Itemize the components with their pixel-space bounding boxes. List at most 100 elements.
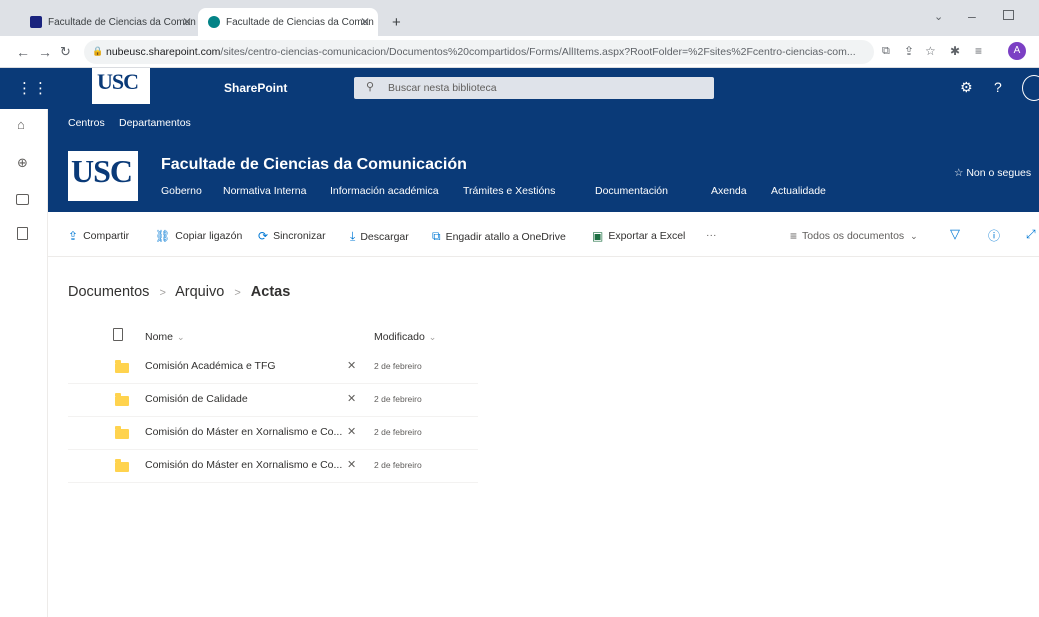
- site-logo[interactable]: USC: [68, 151, 138, 201]
- bookmark-star-icon[interactable]: ☆: [925, 44, 936, 58]
- expand-icon[interactable]: ⤢: [1026, 227, 1036, 242]
- account-avatar[interactable]: [1022, 75, 1039, 101]
- chevron-down-icon: ⌄: [428, 332, 437, 342]
- modified-date: 2 de febreiro: [374, 361, 422, 371]
- follow-button[interactable]: ☆ Non o segues: [954, 167, 1031, 179]
- url-path: /sites/centro-ciencias-comunicacion/Docu…: [220, 46, 856, 58]
- maximize-icon[interactable]: [1003, 10, 1014, 20]
- profile-avatar[interactable]: A: [1008, 42, 1026, 60]
- favicon-icon: [208, 16, 220, 28]
- sync-icon: ⟳: [258, 229, 269, 243]
- list-header: Nome ⌄ Modificado ⌄: [68, 325, 478, 351]
- filter-icon[interactable]: ▽: [950, 226, 960, 242]
- browser-tab-2[interactable]: Facultade de Ciencias da Comun ✕: [198, 8, 378, 36]
- url-bar[interactable]: 🔒 nubeusc.sharepoint.com/sites/centro-ci…: [84, 40, 874, 64]
- breadcrumb-documentos[interactable]: Documentos: [68, 284, 149, 300]
- share-button[interactable]: ⇪ Compartir: [68, 229, 129, 243]
- copy-link-button[interactable]: ⛓ Copiar ligazón: [155, 229, 242, 243]
- folder-name[interactable]: Comisión Académica e TFG: [145, 360, 276, 372]
- site-nav-tramites[interactable]: Trámites e Xestións: [463, 185, 555, 197]
- folder-name[interactable]: Comisión do Máster en Xornalismo e Co...: [145, 426, 342, 438]
- left-app-rail: ⌂ ⊕: [0, 109, 48, 617]
- column-modified-label: Modificado: [374, 331, 425, 343]
- news-icon[interactable]: [16, 194, 29, 205]
- view-label: Todos os documentos: [802, 230, 905, 242]
- site-nav-axenda[interactable]: Axenda: [711, 185, 747, 197]
- reload-icon[interactable]: ↻: [60, 44, 71, 60]
- folder-name[interactable]: Comisión de Calidade: [145, 393, 248, 405]
- back-icon[interactable]: ←: [16, 44, 30, 60]
- browser-tab-1[interactable]: Facultade de Ciencias da Comun ✕: [20, 8, 200, 36]
- modified-date: 2 de febreiro: [374, 460, 422, 470]
- list-item[interactable]: Comisión do Máster en Xornalismo e Co...…: [68, 450, 478, 483]
- file-type-icon[interactable]: [113, 328, 123, 341]
- tab-search-icon[interactable]: ⌄: [934, 10, 943, 23]
- list-item[interactable]: Comisión de Calidade ✕ 2 de febreiro: [68, 384, 478, 417]
- list-view-icon: ≡: [790, 229, 798, 243]
- home-icon[interactable]: ⌂: [17, 117, 25, 132]
- pin-icon[interactable]: ✕: [347, 392, 356, 405]
- shortcut-icon: ⧉: [432, 229, 441, 243]
- column-header-modified[interactable]: Modificado ⌄: [374, 331, 436, 343]
- site-nav-actualidade[interactable]: Actualidade: [771, 185, 826, 197]
- browser-tab-strip: Facultade de Ciencias da Comun ✕ Faculta…: [0, 0, 1039, 36]
- site-nav-documentacion[interactable]: Documentación: [595, 185, 668, 197]
- globe-icon[interactable]: ⊕: [17, 155, 28, 171]
- breadcrumb-arquivo[interactable]: Arquivo: [175, 284, 224, 300]
- favicon-icon: [30, 16, 42, 28]
- pin-icon[interactable]: ✕: [347, 458, 356, 471]
- folder-name[interactable]: Comisión do Máster en Xornalismo e Co...: [145, 459, 342, 471]
- search-box[interactable]: ⚲ Buscar nesta biblioteca: [354, 77, 714, 99]
- breadcrumb-current: Actas: [250, 284, 291, 300]
- hub-nav-departamentos[interactable]: Departamentos: [119, 117, 191, 129]
- pin-icon[interactable]: ✕: [347, 359, 356, 372]
- export-excel-label: Exportar a Excel: [608, 230, 686, 242]
- breadcrumb-separator: >: [159, 287, 166, 299]
- breadcrumb: Documentos > Arquivo > Actas: [68, 284, 290, 300]
- site-nav-informacion[interactable]: Información académica: [330, 185, 439, 197]
- add-shortcut-button[interactable]: ⧉ Engadir atallo a OneDrive: [432, 229, 566, 244]
- close-tab-icon[interactable]: ✕: [360, 15, 370, 29]
- lock-icon: 🔒: [92, 46, 104, 56]
- site-nav-normativa[interactable]: Normativa Interna: [223, 185, 306, 197]
- download-button[interactable]: ⤓ Descargar: [350, 229, 409, 244]
- column-name-label: Nome: [145, 331, 174, 343]
- site-header: USC Facultade de Ciencias da Comunicació…: [48, 137, 1039, 212]
- list-item[interactable]: Comisión Académica e TFG ✕ 2 de febreiro: [68, 351, 478, 384]
- suite-logo-text: USC: [97, 69, 139, 94]
- site-logo-text: USC: [71, 153, 133, 189]
- add-shortcut-label: Engadir atallo a OneDrive: [445, 230, 566, 243]
- view-selector[interactable]: ≡ Todos os documentos ⌄: [790, 229, 918, 243]
- more-commands-button[interactable]: ···: [706, 229, 717, 241]
- browser-toolbar: ← → ↻ 🔒 nubeusc.sharepoint.com/sites/cen…: [0, 36, 1039, 68]
- reading-list-icon[interactable]: ≡: [975, 44, 982, 58]
- hub-nav-centros[interactable]: Centros: [68, 117, 105, 129]
- minimize-icon[interactable]: –: [968, 8, 976, 24]
- share-page-icon[interactable]: ⇪: [904, 44, 914, 58]
- help-icon[interactable]: ?: [994, 79, 1002, 95]
- settings-gear-icon[interactable]: ⚙: [960, 79, 973, 96]
- document-icon[interactable]: [17, 227, 28, 240]
- info-icon[interactable]: ⓘ: [988, 227, 1000, 244]
- excel-icon: ▣: [592, 229, 604, 243]
- forward-icon[interactable]: →: [38, 44, 52, 60]
- suite-logo[interactable]: USC: [92, 68, 150, 104]
- site-title[interactable]: Facultade de Ciencias da Comunicación: [161, 156, 467, 174]
- breadcrumb-separator: >: [234, 287, 241, 299]
- new-tab-button[interactable]: +: [392, 14, 401, 31]
- search-icon: ⚲: [366, 81, 375, 93]
- download-label: Descargar: [360, 230, 409, 243]
- extensions-icon[interactable]: ✱: [950, 44, 960, 58]
- app-name[interactable]: SharePoint: [224, 81, 287, 95]
- export-excel-button[interactable]: ▣ Exportar a Excel: [592, 229, 685, 243]
- app-launcher-icon[interactable]: ⋮⋮: [17, 79, 49, 97]
- search-placeholder: Buscar nesta biblioteca: [388, 82, 497, 94]
- list-item[interactable]: Comisión do Máster en Xornalismo e Co...…: [68, 417, 478, 450]
- site-nav-goberno[interactable]: Goberno: [161, 185, 202, 197]
- column-header-name[interactable]: Nome ⌄: [145, 331, 185, 343]
- translate-icon[interactable]: ⧉: [882, 45, 890, 58]
- pin-icon[interactable]: ✕: [347, 425, 356, 438]
- share-icon: ⇪: [68, 229, 79, 243]
- sync-button[interactable]: ⟳ Sincronizar: [258, 229, 326, 243]
- close-tab-icon[interactable]: ✕: [182, 15, 192, 29]
